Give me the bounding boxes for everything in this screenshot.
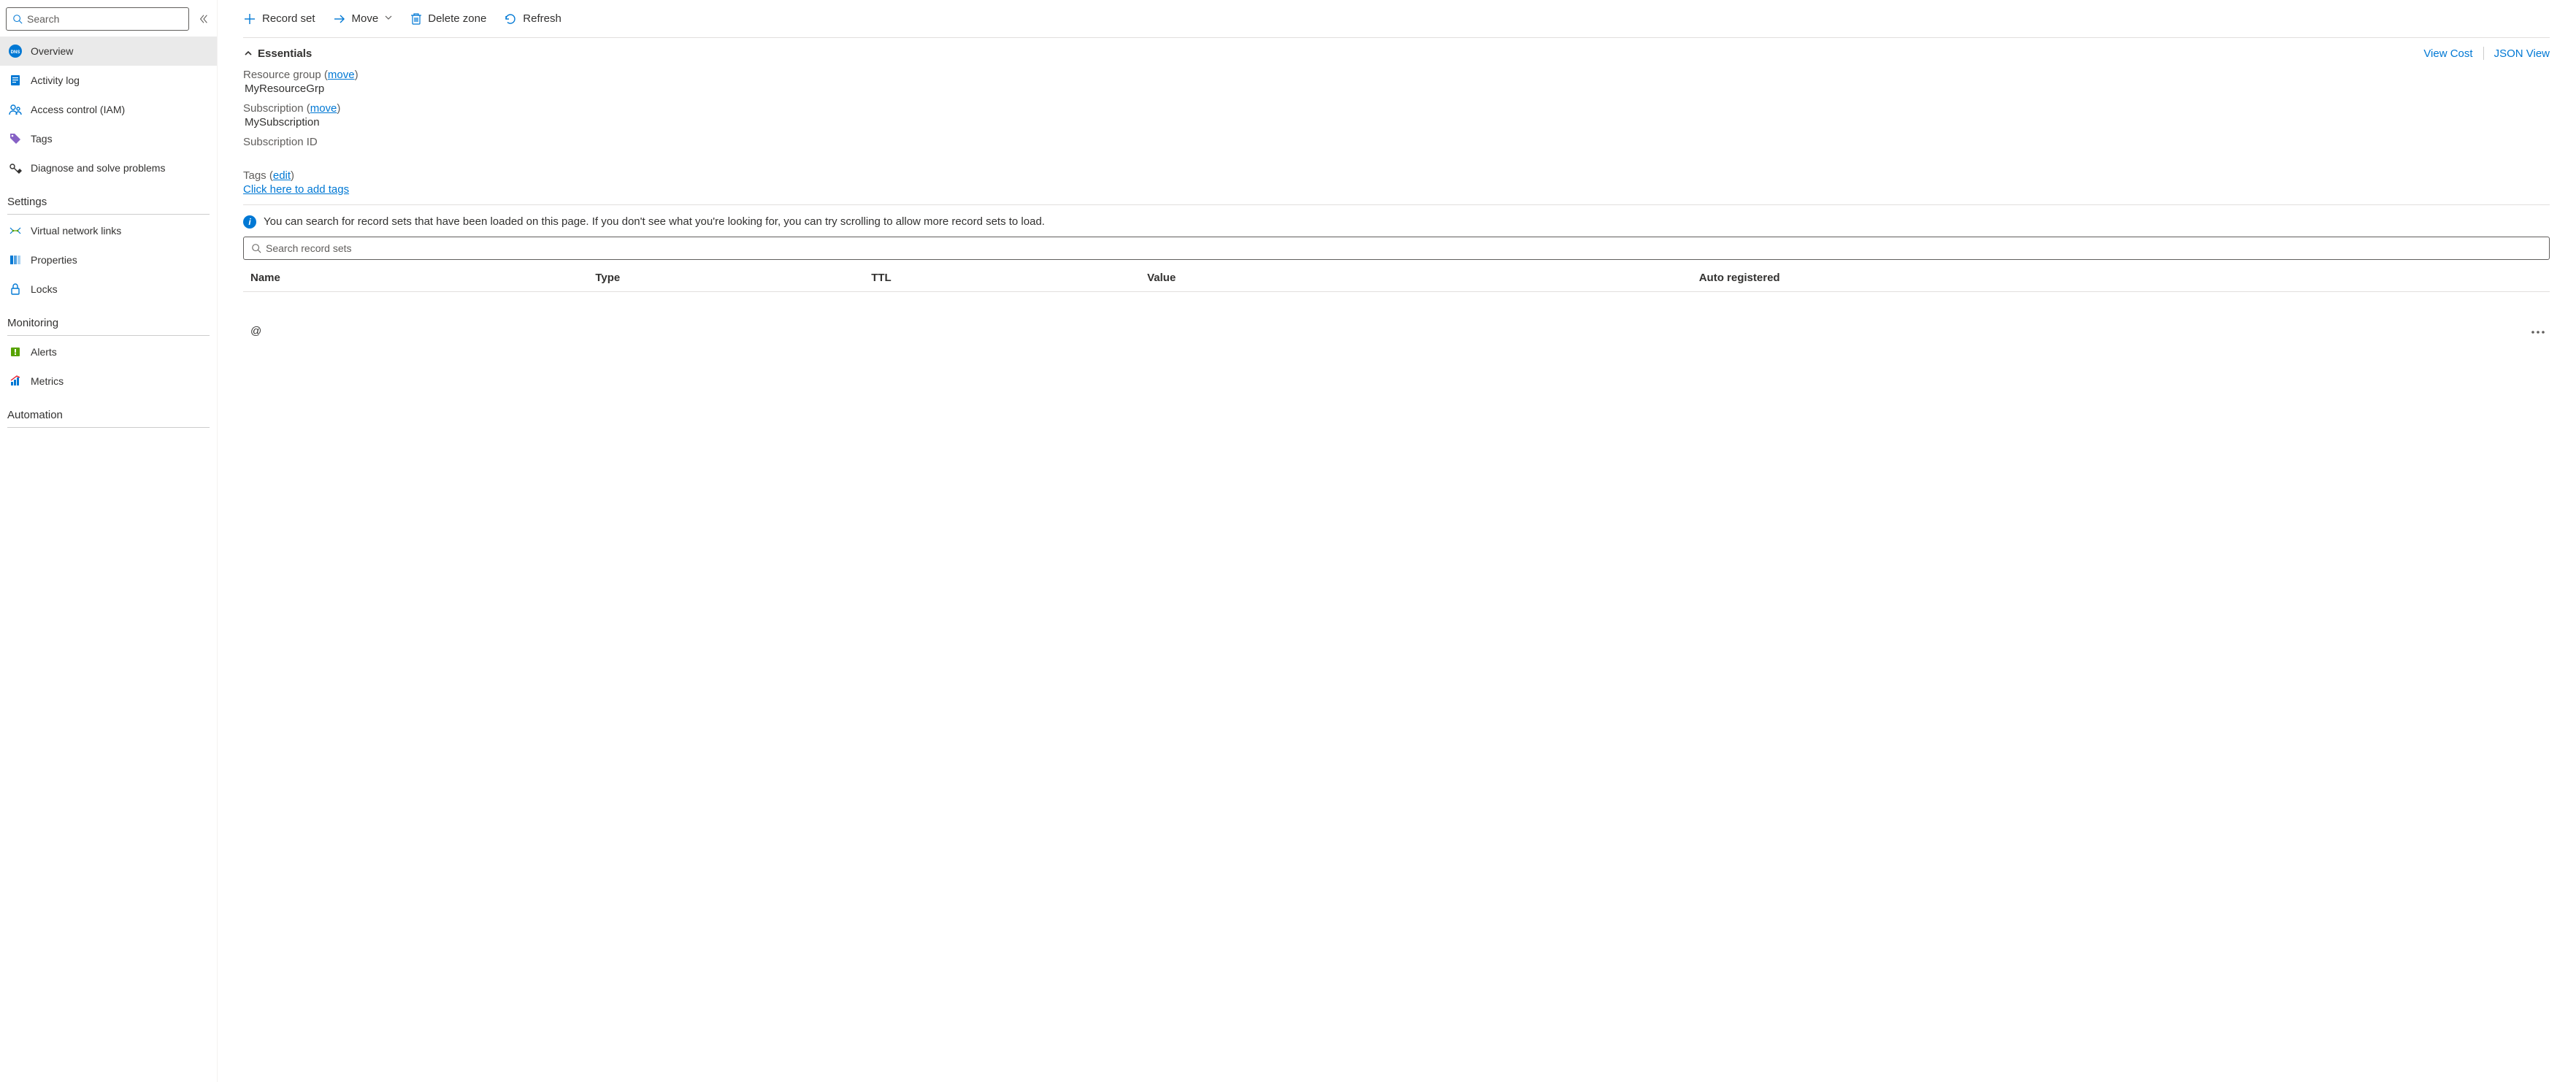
locks-icon <box>9 283 22 296</box>
plus-icon <box>243 12 256 26</box>
records-search-box[interactable] <box>243 237 2550 260</box>
activity-log-icon <box>9 74 22 87</box>
essentials-toggle[interactable]: Essentials <box>243 47 312 60</box>
search-icon <box>12 14 23 24</box>
arrow-right-icon <box>333 12 346 26</box>
sidebar-item-label: Tags <box>31 133 53 145</box>
vnet-links-icon <box>9 224 22 237</box>
divider <box>7 427 210 428</box>
trash-icon <box>410 12 422 26</box>
refresh-icon <box>504 12 517 26</box>
subscription-value: MySubscription <box>243 115 2550 136</box>
resource-group-value: MyResourceGrp <box>243 81 2550 102</box>
sidebar-item-label: Diagnose and solve problems <box>31 162 165 174</box>
chevron-up-icon <box>243 48 253 58</box>
toolbar-label: Record set <box>262 12 315 25</box>
sidebar-item-label: Metrics <box>31 375 64 387</box>
sidebar-item-alerts[interactable]: Alerts <box>0 337 217 367</box>
sidebar: DNS Overview Activity log Access control… <box>0 0 218 1082</box>
info-icon: i <box>243 215 256 229</box>
sidebar-search-input[interactable] <box>27 8 183 30</box>
sidebar-heading-automation: Automation <box>0 396 217 426</box>
sidebar-item-locks[interactable]: Locks <box>0 275 217 304</box>
record-set-button[interactable]: Record set <box>243 12 315 26</box>
sidebar-item-label: Virtual network links <box>31 225 121 237</box>
column-value[interactable]: Value <box>1147 272 1699 284</box>
alerts-icon <box>9 345 22 358</box>
table-row[interactable]: @ <box>243 292 2550 345</box>
view-cost-link[interactable]: View Cost <box>2423 47 2472 60</box>
diagnose-icon <box>9 161 22 174</box>
sidebar-item-tags[interactable]: Tags <box>0 124 217 153</box>
sidebar-heading-settings: Settings <box>0 183 217 212</box>
sidebar-item-vnet-links[interactable]: Virtual network links <box>0 216 217 245</box>
subscription-move-link[interactable]: move <box>310 102 337 115</box>
refresh-button[interactable]: Refresh <box>504 12 561 26</box>
subscription-id-value <box>243 148 2550 169</box>
sidebar-item-properties[interactable]: Properties <box>0 245 217 275</box>
sidebar-item-label: Overview <box>31 45 73 57</box>
info-text: You can search for record sets that have… <box>264 214 1045 229</box>
info-banner: i You can search for record sets that ha… <box>243 205 2550 237</box>
tags-label: Tags (edit) <box>243 169 2550 182</box>
sidebar-search-box[interactable] <box>6 7 189 31</box>
sidebar-item-diagnose[interactable]: Diagnose and solve problems <box>0 153 217 183</box>
tags-icon <box>9 132 22 145</box>
row-actions-button[interactable] <box>2531 325 2550 337</box>
resource-group-label: Resource group (move) <box>243 69 2550 81</box>
records-search-input[interactable] <box>266 237 2542 259</box>
sidebar-item-activity-log[interactable]: Activity log <box>0 66 217 95</box>
column-type[interactable]: Type <box>595 272 871 284</box>
collapse-icon <box>199 14 209 24</box>
sidebar-item-metrics[interactable]: Metrics <box>0 367 217 396</box>
column-name[interactable]: Name <box>250 272 595 284</box>
divider <box>7 335 210 336</box>
sidebar-heading-monitoring: Monitoring <box>0 304 217 334</box>
move-button[interactable]: Move <box>333 12 394 26</box>
add-tags-link[interactable]: Click here to add tags <box>243 182 349 196</box>
sidebar-item-label: Properties <box>31 254 77 266</box>
sidebar-nav: DNS Overview Activity log Access control… <box>0 37 217 183</box>
search-icon <box>251 243 261 253</box>
records-table: Name Type TTL Value Auto registered @ <box>243 266 2550 345</box>
column-ttl[interactable]: TTL <box>871 272 1147 284</box>
more-icon <box>2531 330 2545 334</box>
column-auto-registered[interactable]: Auto registered <box>1699 272 2550 284</box>
sidebar-item-label: Activity log <box>31 74 80 86</box>
row-name-cell: @ <box>250 325 595 337</box>
tags-edit-link[interactable]: edit <box>273 169 291 182</box>
collapse-sidebar-button[interactable] <box>196 12 211 26</box>
access-control-icon <box>9 103 22 116</box>
toolbar-label: Refresh <box>523 12 561 25</box>
divider <box>7 214 210 215</box>
subscription-label: Subscription (move) <box>243 102 2550 115</box>
sidebar-item-label: Alerts <box>31 346 57 358</box>
main-content: Record set Move Delete zone <box>218 0 2576 1082</box>
toolbar-label: Delete zone <box>428 12 486 25</box>
json-view-link[interactable]: JSON View <box>2494 47 2550 60</box>
divider <box>2483 47 2484 60</box>
resource-group-move-link[interactable]: move <box>328 69 355 81</box>
svg-text:DNS: DNS <box>11 50 20 55</box>
toolbar-label: Move <box>352 12 379 25</box>
chevron-down-icon <box>384 12 393 25</box>
delete-zone-button[interactable]: Delete zone <box>410 12 486 26</box>
sidebar-item-access-control[interactable]: Access control (IAM) <box>0 95 217 124</box>
toolbar: Record set Move Delete zone <box>243 0 2550 38</box>
table-header: Name Type TTL Value Auto registered <box>243 266 2550 292</box>
sidebar-item-label: Locks <box>31 283 58 295</box>
properties-icon <box>9 253 22 266</box>
subscription-id-label: Subscription ID <box>243 136 2550 148</box>
dns-circle-icon: DNS <box>9 45 22 58</box>
sidebar-item-overview[interactable]: DNS Overview <box>0 37 217 66</box>
metrics-icon <box>9 375 22 388</box>
essentials-title-label: Essentials <box>258 47 312 60</box>
sidebar-item-label: Access control (IAM) <box>31 104 125 115</box>
